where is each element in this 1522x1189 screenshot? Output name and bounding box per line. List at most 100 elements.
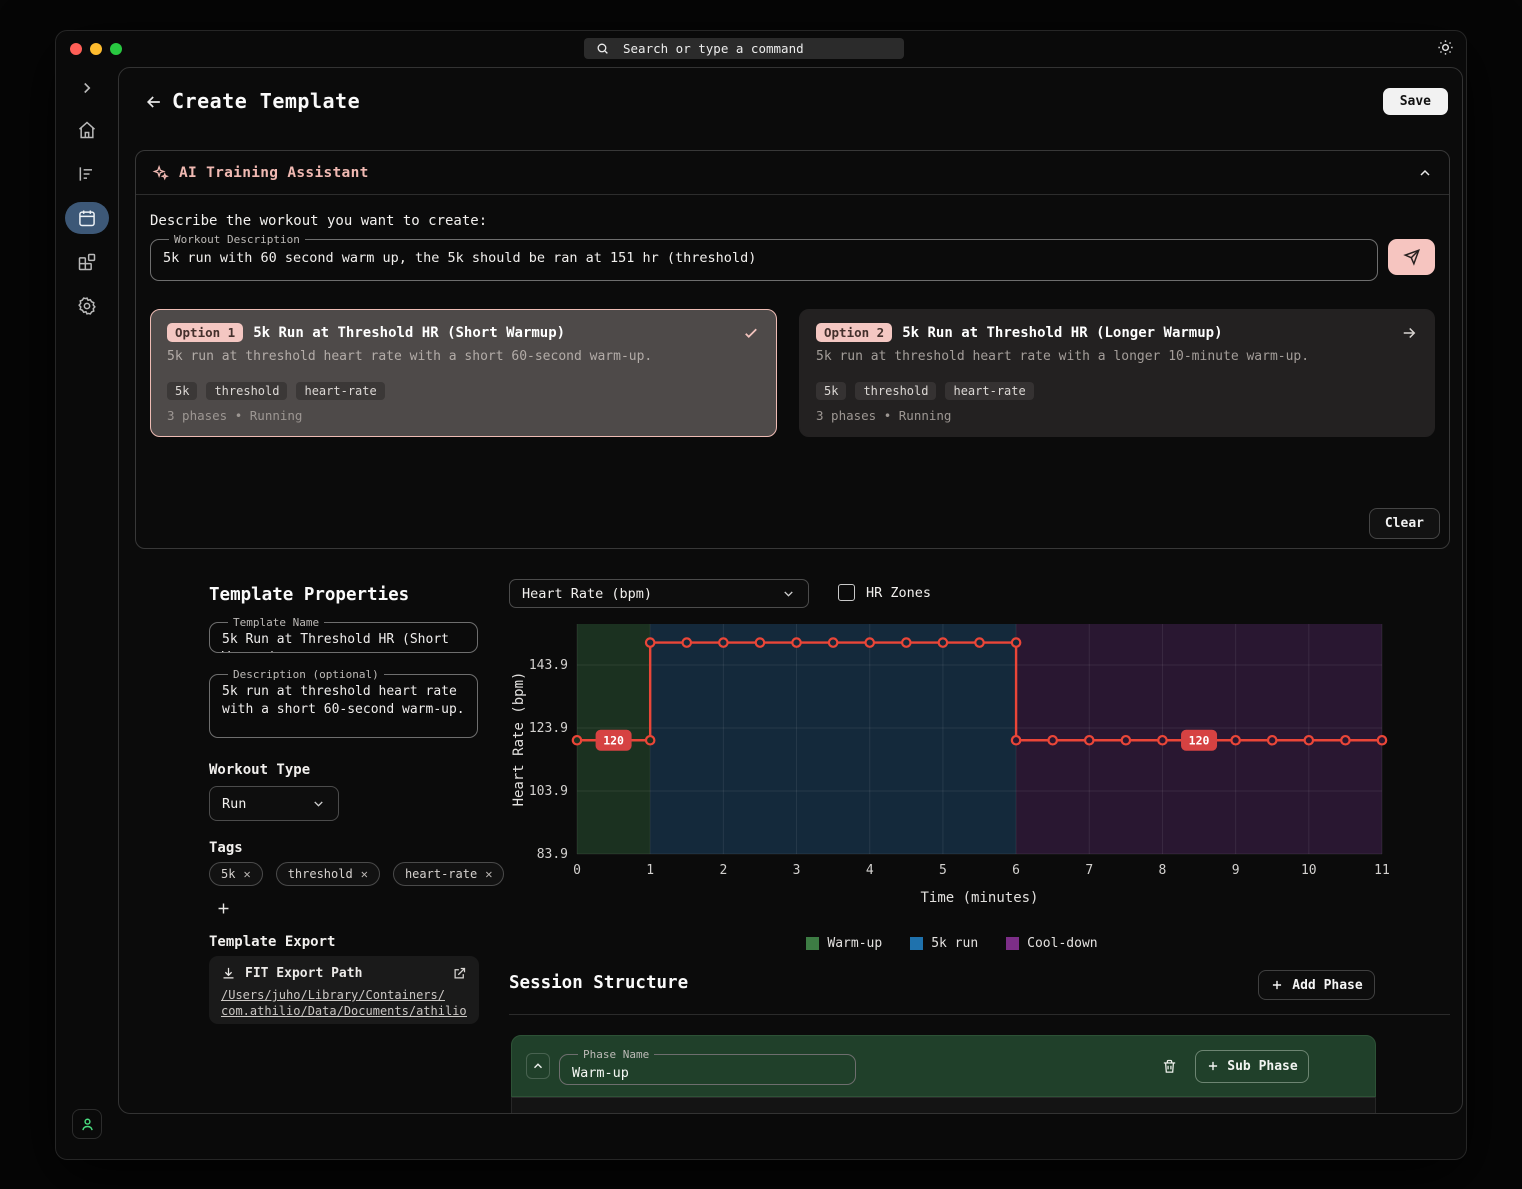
sidebar-expand-button[interactable] bbox=[65, 72, 109, 104]
ai-option-card-2[interactable]: Option 2 5k Run at Threshold HR (Longer … bbox=[799, 309, 1435, 437]
blocks-icon bbox=[77, 252, 97, 272]
option-1-tag: heart-rate bbox=[296, 382, 384, 400]
home-icon bbox=[77, 120, 97, 140]
svg-text:9: 9 bbox=[1232, 863, 1240, 878]
legend-label: Warm-up bbox=[827, 936, 882, 951]
chart-legend: Warm-up 5k run Cool-down bbox=[507, 936, 1397, 951]
chevron-up-icon bbox=[531, 1059, 545, 1073]
sidebar-item-settings[interactable] bbox=[65, 290, 109, 322]
user-account-button[interactable] bbox=[72, 1109, 102, 1139]
workout-type-label: Workout Type bbox=[209, 762, 310, 778]
minimize-window-button[interactable] bbox=[90, 43, 102, 55]
tag-chip[interactable]: 5k ✕ bbox=[209, 862, 263, 886]
add-tag-button[interactable] bbox=[213, 898, 233, 918]
sub-phase-label: Sub Phase bbox=[1227, 1059, 1297, 1074]
app-window: Search or type a command bbox=[55, 30, 1467, 1160]
template-name-field[interactable]: Template Name 5k Run at Threshold HR (Sh… bbox=[209, 616, 478, 653]
option-2-badge: Option 2 bbox=[816, 323, 892, 342]
ai-panel-header[interactable]: AI Training Assistant bbox=[136, 151, 1449, 195]
sidebar-item-home[interactable] bbox=[65, 114, 109, 146]
search-icon bbox=[596, 42, 609, 55]
template-description-field[interactable]: Description (optional) 5k run at thresho… bbox=[209, 668, 478, 738]
template-description-label: Description (optional) bbox=[228, 668, 384, 681]
workout-type-value: Run bbox=[222, 796, 246, 812]
clear-button[interactable]: Clear bbox=[1369, 508, 1440, 539]
phase-card-warmup: Phase Name Warm-up Sub Phase bbox=[511, 1035, 1376, 1114]
ai-panel-collapse-button[interactable] bbox=[1417, 165, 1433, 181]
option-2-tag: heart-rate bbox=[945, 382, 1033, 400]
maximize-window-button[interactable] bbox=[110, 43, 122, 55]
svg-text:2: 2 bbox=[719, 863, 727, 878]
svg-text:0: 0 bbox=[573, 863, 581, 878]
workout-description-value[interactable]: 5k run with 60 second warm up, the 5k sh… bbox=[163, 248, 1365, 266]
svg-text:83.9: 83.9 bbox=[537, 847, 568, 862]
fit-export-title: FIT Export Path bbox=[245, 966, 362, 981]
traffic-lights bbox=[70, 43, 122, 55]
tag-chip[interactable]: heart-rate ✕ bbox=[393, 862, 504, 886]
external-link-icon[interactable] bbox=[452, 966, 467, 981]
ai-option-card-1[interactable]: Option 1 5k Run at Threshold HR (Short W… bbox=[150, 309, 777, 437]
sidebar-item-calendar[interactable] bbox=[65, 202, 109, 234]
option-1-meta: 3 phases • Running bbox=[167, 408, 760, 423]
page-title: Create Template bbox=[172, 89, 360, 113]
remove-tag-icon[interactable]: ✕ bbox=[243, 867, 250, 881]
theme-toggle-button[interactable] bbox=[1437, 39, 1454, 56]
section-divider bbox=[509, 1014, 1450, 1015]
back-button[interactable] bbox=[141, 89, 167, 115]
chart-metric-select[interactable]: Heart Rate (bpm) bbox=[509, 579, 809, 608]
phase-collapse-button[interactable] bbox=[526, 1053, 550, 1079]
template-description-value[interactable]: 5k run at threshold heart rate with a sh… bbox=[222, 683, 465, 719]
phase-name-value[interactable]: Warm-up bbox=[572, 1063, 843, 1081]
svg-text:11: 11 bbox=[1374, 863, 1390, 878]
sidebar-item-templates[interactable] bbox=[65, 246, 109, 278]
plus-icon bbox=[1206, 1059, 1220, 1073]
chart-metric-value: Heart Rate (bpm) bbox=[522, 586, 652, 602]
fit-export-card: FIT Export Path /Users/juho/Library/Cont… bbox=[209, 956, 479, 1024]
save-button[interactable]: Save bbox=[1383, 88, 1448, 115]
phase-name-field[interactable]: Phase Name Warm-up bbox=[559, 1048, 856, 1085]
add-sub-phase-button[interactable]: Sub Phase bbox=[1195, 1050, 1309, 1083]
workout-type-select[interactable]: Run bbox=[209, 786, 339, 821]
send-prompt-button[interactable] bbox=[1388, 239, 1435, 275]
tag-chip-label: 5k bbox=[221, 867, 235, 881]
svg-text:7: 7 bbox=[1085, 863, 1093, 878]
desktop-background: Search or type a command bbox=[0, 0, 1522, 1189]
svg-text:4: 4 bbox=[866, 863, 874, 878]
option-1-title: 5k Run at Threshold HR (Short Warmup) bbox=[253, 325, 565, 341]
option-2-meta: 3 phases • Running bbox=[816, 408, 1418, 423]
arrow-right-icon[interactable] bbox=[1400, 324, 1418, 342]
svg-text:8: 8 bbox=[1159, 863, 1167, 878]
template-name-value[interactable]: 5k Run at Threshold HR (Short Warmup) bbox=[222, 631, 465, 653]
svg-text:120: 120 bbox=[1189, 733, 1210, 747]
fit-export-path-line2: com.athilio/Data/Documents/athilio/Gar… bbox=[221, 1003, 467, 1019]
option-2-tag: threshold bbox=[855, 382, 936, 400]
delete-phase-button[interactable] bbox=[1161, 1058, 1178, 1075]
sun-icon bbox=[1437, 39, 1454, 56]
option-1-tag: 5k bbox=[167, 382, 197, 400]
chevron-up-icon bbox=[1417, 165, 1433, 181]
workout-description-field[interactable]: Workout Description 5k run with 60 secon… bbox=[150, 233, 1378, 281]
tag-chip[interactable]: threshold ✕ bbox=[276, 862, 380, 886]
option-2-tag: 5k bbox=[816, 382, 846, 400]
legend-label: 5k run bbox=[931, 936, 978, 951]
hr-zones-checkbox[interactable] bbox=[838, 584, 855, 601]
heart-rate-chart[interactable]: 0123456789101183.9103.9123.9143.9Time (m… bbox=[507, 614, 1397, 914]
sidebar-item-stats[interactable] bbox=[65, 158, 109, 190]
svg-text:3: 3 bbox=[793, 863, 801, 878]
download-icon bbox=[221, 966, 236, 981]
legend-item-cooldown: Cool-down bbox=[1006, 936, 1097, 951]
add-phase-button[interactable]: Add Phase bbox=[1258, 970, 1375, 1000]
remove-tag-icon[interactable]: ✕ bbox=[361, 867, 368, 881]
legend-item-warmup: Warm-up bbox=[806, 936, 882, 951]
legend-swatch-warmup bbox=[806, 937, 819, 950]
close-window-button[interactable] bbox=[70, 43, 82, 55]
svg-text:5: 5 bbox=[939, 863, 947, 878]
legend-swatch-cooldown bbox=[1006, 937, 1019, 950]
remove-tag-icon[interactable]: ✕ bbox=[485, 867, 492, 881]
ai-training-assistant-panel: AI Training Assistant Describe the worko… bbox=[135, 150, 1450, 549]
check-icon bbox=[742, 324, 760, 342]
fit-export-path-link[interactable]: /Users/juho/Library/Containers/ com.athi… bbox=[221, 987, 467, 1019]
command-search-input[interactable]: Search or type a command bbox=[584, 38, 904, 59]
phase-card-body bbox=[511, 1097, 1376, 1114]
bar-chart-icon bbox=[77, 164, 97, 184]
